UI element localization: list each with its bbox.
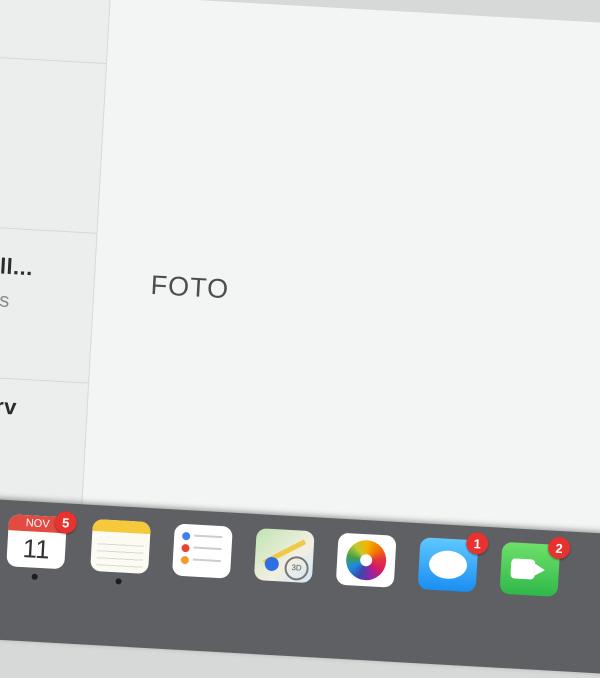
photos-icon[interactable] (335, 532, 397, 588)
conversation-list: sall... ales r crv (0, 0, 111, 555)
list-item[interactable] (0, 0, 110, 65)
running-indicator (115, 578, 122, 585)
list-item[interactable] (0, 55, 107, 234)
calendar-badge: 5 (54, 510, 78, 534)
app-window: sall... ales r crv FOTO (0, 0, 600, 584)
list-item-title: sall... (0, 252, 34, 281)
notes-icon[interactable] (90, 518, 151, 575)
reminders-icon[interactable] (171, 523, 233, 579)
messages-badge: 1 (465, 531, 489, 555)
list-item[interactable]: sall... ales (0, 225, 97, 384)
photo-placeholder-label: FOTO (149, 269, 230, 305)
list-item-title: r crv (0, 392, 18, 420)
running-indicator (31, 573, 38, 580)
calendar-day: 11 (21, 533, 51, 565)
list-item-subtitle: ales (0, 287, 10, 312)
maps-icon[interactable]: 3D (253, 528, 315, 584)
facetime-badge: 2 (547, 536, 571, 560)
